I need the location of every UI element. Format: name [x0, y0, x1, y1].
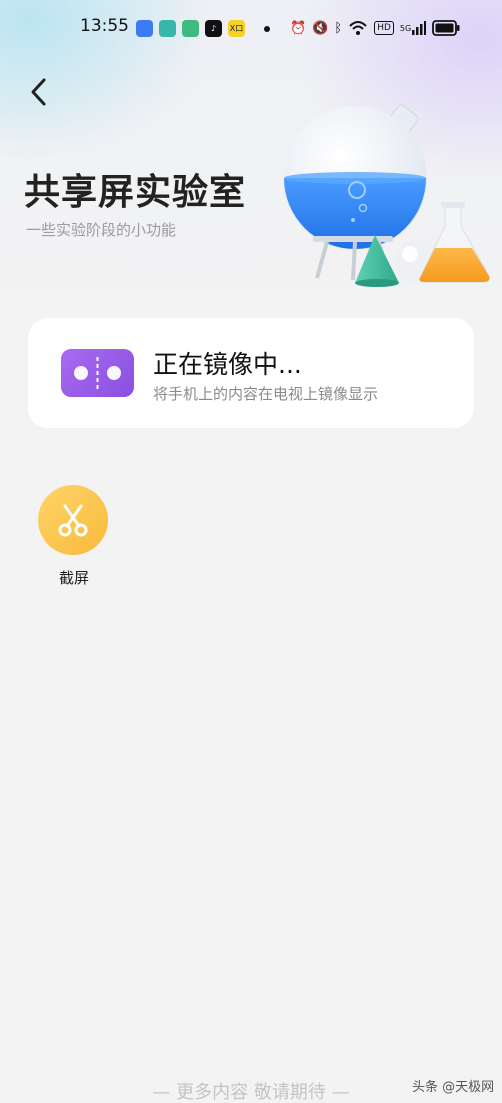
app-square-icon — [136, 20, 153, 37]
news-app-icon: X口 — [228, 20, 245, 37]
back-button[interactable] — [24, 76, 56, 108]
status-bar: 13:55 ♪ X口 ⏰ 🔇 ᛒ HD 5G — [0, 14, 502, 42]
notification-icons: ♪ X口 — [136, 20, 245, 37]
system-icons: ⏰ 🔇 ᛒ HD 5G — [290, 19, 460, 37]
app-window-icon — [159, 20, 176, 37]
more-notifications-dot — [264, 26, 270, 32]
battery-icon — [432, 19, 460, 37]
screen-mirror-icon — [61, 349, 134, 397]
hd-icon: HD — [374, 21, 394, 35]
screenshot-tool-button[interactable]: 截屏 — [38, 485, 110, 588]
network-type-label: 5G — [399, 23, 412, 33]
app-shield-icon — [182, 20, 199, 37]
chevron-left-icon — [31, 78, 46, 106]
screenshot-tool-icon-background — [38, 485, 108, 555]
page-title: 共享屏实验室 — [24, 172, 247, 213]
alarm-icon: ⏰ — [290, 20, 307, 36]
mirroring-status-title: 正在镜像中... — [153, 350, 302, 379]
status-time: 13:55 — [80, 16, 129, 36]
scissors-icon — [58, 504, 88, 537]
tiktok-icon: ♪ — [205, 20, 222, 37]
mirroring-status-card[interactable]: 正在镜像中... 将手机上的内容在电视上镜像显示 — [28, 318, 474, 428]
mute-icon: 🔇 — [312, 20, 329, 36]
mirroring-status-description: 将手机上的内容在电视上镜像显示 — [153, 385, 379, 403]
lab-flask-illustration — [283, 104, 490, 287]
wifi-icon — [348, 19, 368, 37]
page-subtitle: 一些实验阶段的小功能 — [26, 221, 177, 239]
screenshot-tool-label: 截屏 — [58, 569, 89, 587]
watermark: 头条 @天极网 — [412, 1080, 495, 1095]
bluetooth-icon: ᛒ — [334, 20, 343, 36]
signal-icon: 5G — [399, 19, 427, 37]
